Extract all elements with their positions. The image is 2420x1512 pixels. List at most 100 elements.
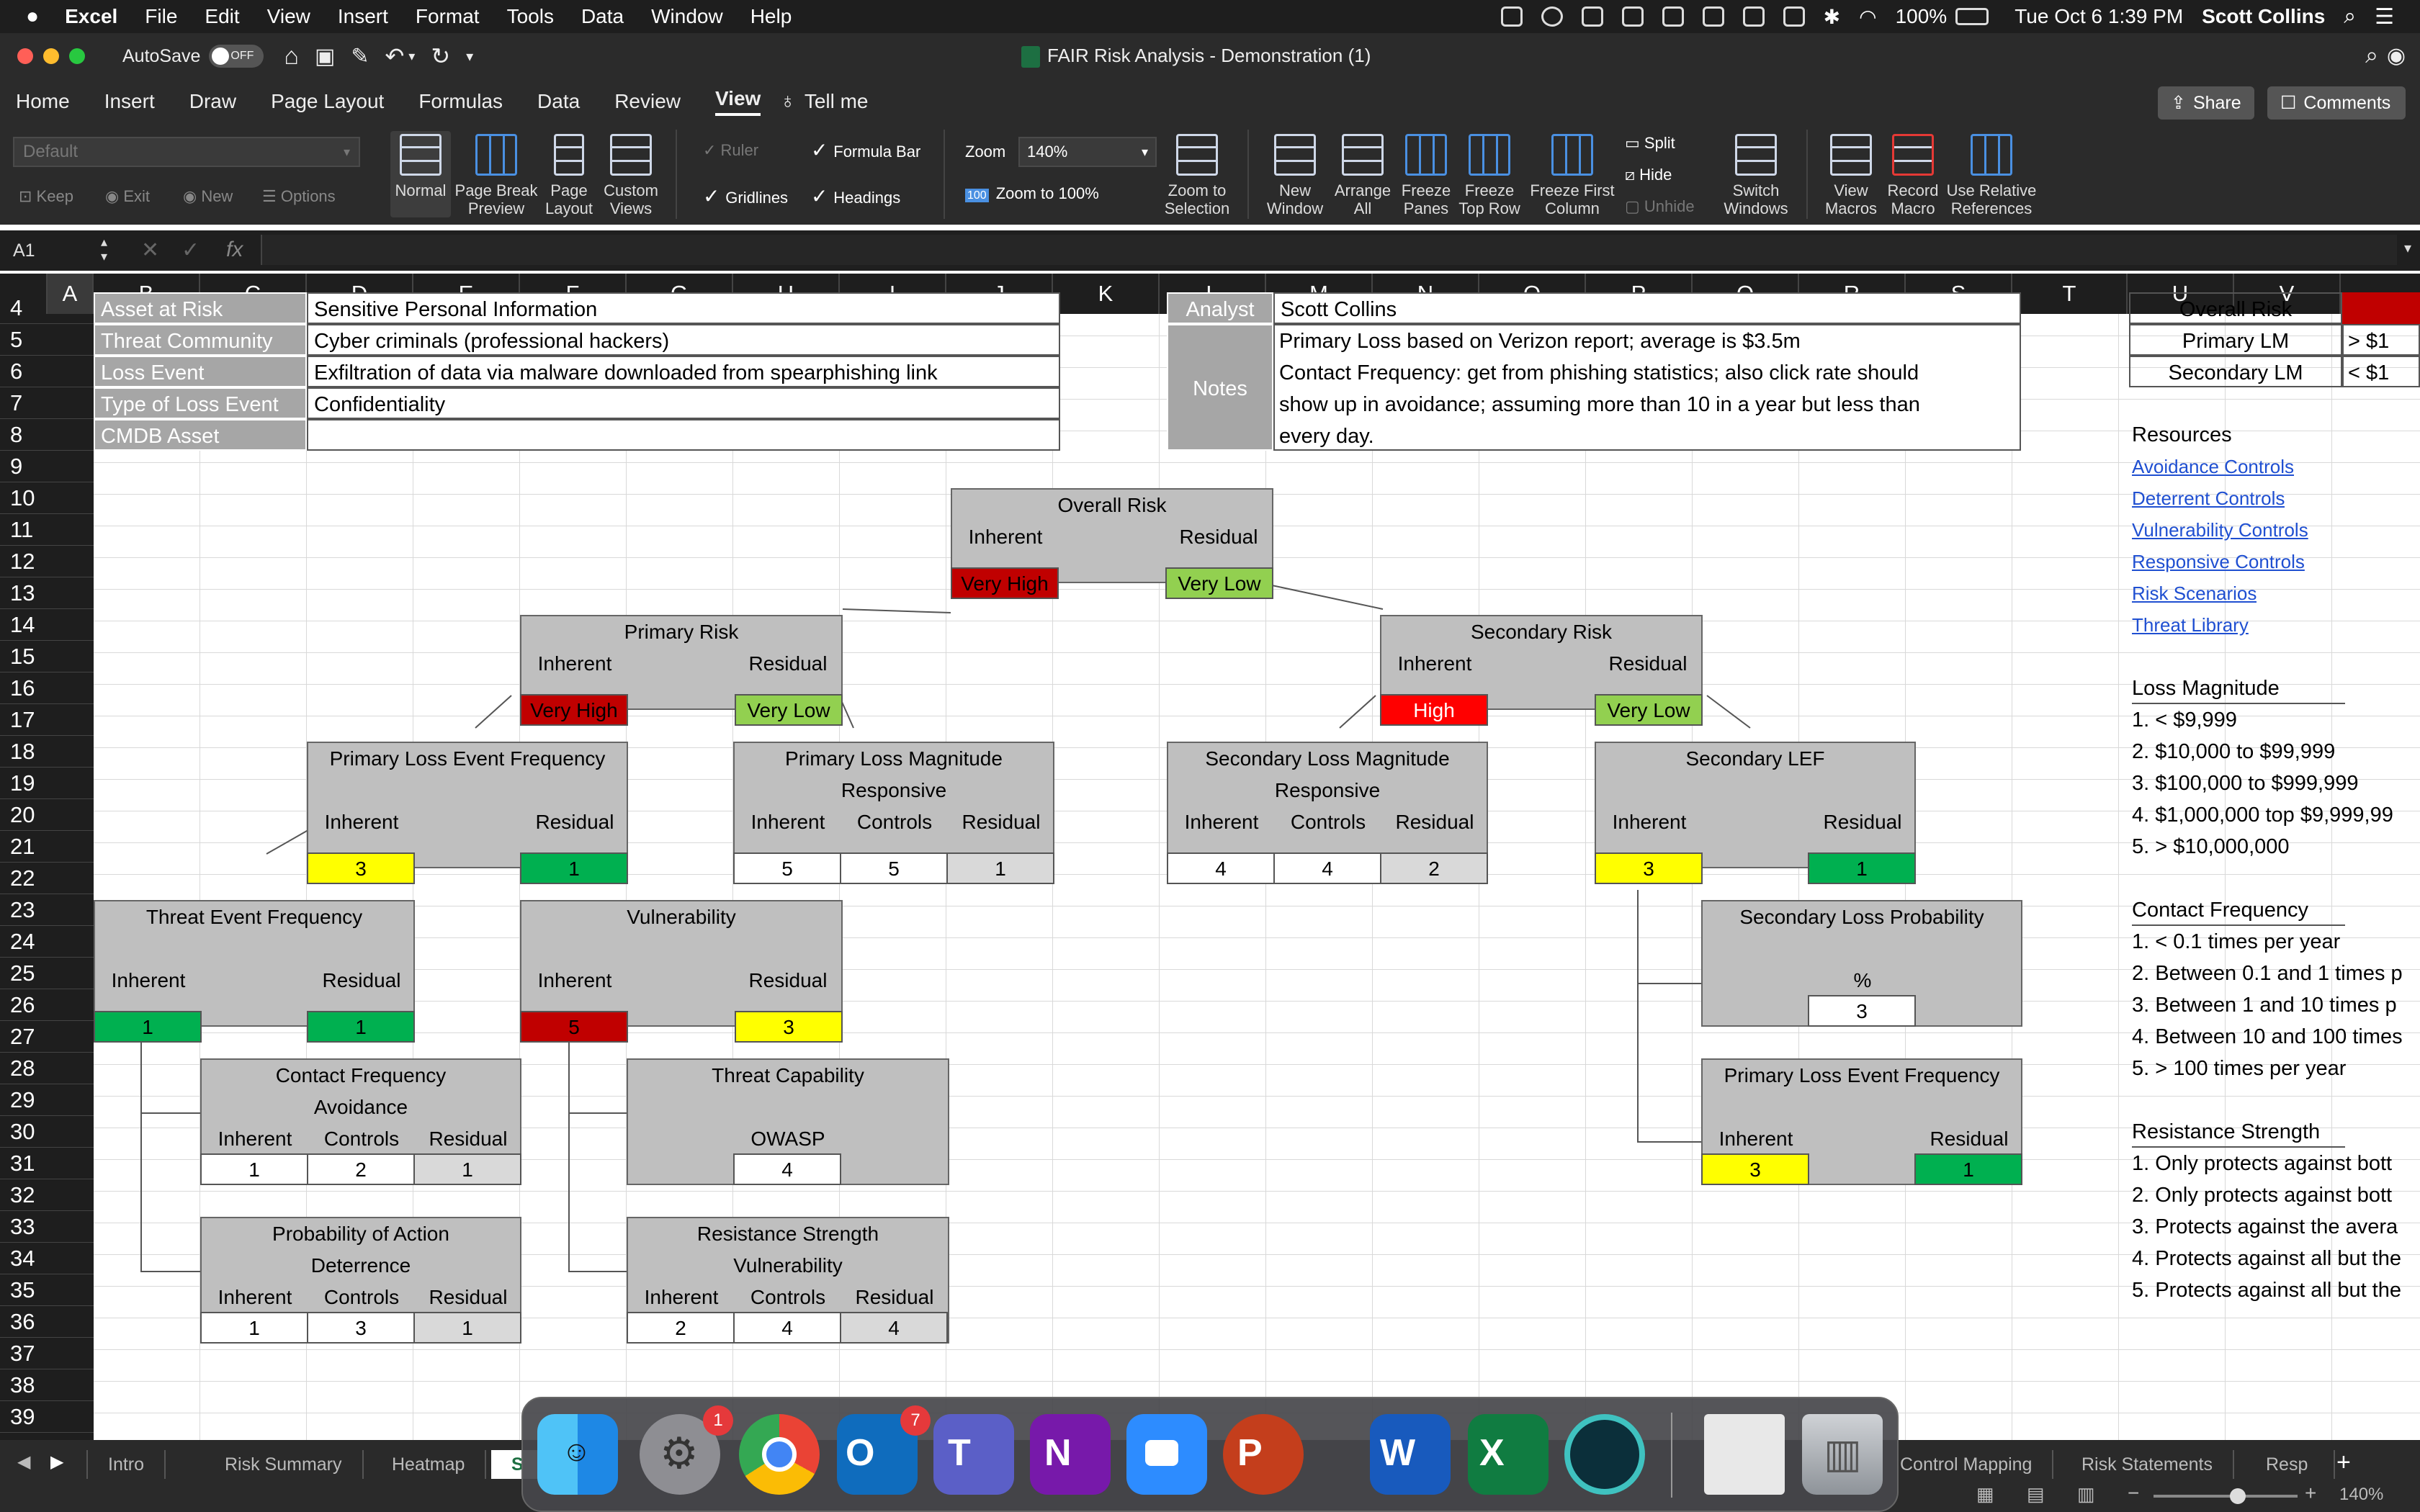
apple-icon[interactable]: ● [26, 4, 39, 29]
row-header[interactable]: 28 [0, 1053, 94, 1084]
freeze-first-column-button[interactable]: Freeze First Column [1525, 134, 1619, 217]
row-header[interactable]: 12 [0, 546, 94, 577]
worksheet-grid[interactable]: Asset at Risk Sensitive Personal Informa… [94, 292, 2420, 1444]
contact-frequency-controls[interactable]: 2 [307, 1153, 415, 1185]
search-icon[interactable]: ⌕ [2365, 42, 2378, 69]
vulnerability-residual[interactable]: 3 [735, 1011, 843, 1043]
sheet-tab[interactable]: Control Mapping [1880, 1450, 2054, 1479]
status-menu-icon[interactable] [1500, 6, 1523, 27]
menu-data[interactable]: Data [581, 5, 624, 28]
zoom-window-button[interactable] [69, 48, 85, 64]
row-header[interactable]: 31 [0, 1148, 94, 1179]
share-button[interactable]: ⇪ Share [2158, 86, 2254, 120]
row-header[interactable]: 24 [0, 926, 94, 958]
primary-lm-residual[interactable]: 1 [946, 852, 1054, 884]
save-icon[interactable]: ▣ [315, 44, 335, 69]
value-loss-event[interactable]: Exfiltration of data via malware downloa… [307, 356, 1060, 387]
link-avoidance-controls[interactable]: Avoidance Controls [2132, 451, 2294, 482]
freeze-panes-button[interactable]: Freeze Panes [1396, 134, 1456, 217]
clock[interactable]: Tue Oct 6 1:39 PM [2015, 5, 2183, 28]
column-header[interactable]: T [2012, 274, 2128, 314]
secondary-lm-controls[interactable]: 4 [1273, 852, 1381, 884]
freeze-top-row-button[interactable]: Freeze Top Row [1456, 134, 1523, 217]
row-header[interactable]: 21 [0, 831, 94, 863]
value-analyst[interactable]: Scott Collins [1273, 292, 2021, 324]
value-asset-at-risk[interactable]: Sensitive Personal Information [307, 292, 1060, 324]
sheet-tab[interactable]: Resp [2246, 1450, 2335, 1479]
probability-of-action-controls[interactable]: 3 [307, 1312, 415, 1344]
row-header[interactable]: 13 [0, 577, 94, 609]
tell-me-search[interactable]: Tell me [805, 90, 869, 113]
threat-capability-value[interactable]: 4 [733, 1153, 841, 1185]
menu-view[interactable]: View [267, 5, 310, 28]
dock-app-finder[interactable]: ☺ [537, 1414, 618, 1495]
overall-risk-inherent[interactable]: Very High [951, 567, 1059, 599]
status-menu-icon[interactable] [1581, 6, 1603, 27]
zoom-slider-knob[interactable] [2230, 1488, 2246, 1504]
overall-risk-residual[interactable]: Very Low [1165, 567, 1273, 599]
row-header[interactable]: 26 [0, 989, 94, 1021]
comments-button[interactable]: ☐ Comments [2267, 86, 2406, 120]
row-header[interactable]: 18 [0, 736, 94, 768]
menu-file[interactable]: File [145, 5, 177, 28]
primary-lef-residual[interactable]: 1 [520, 852, 628, 884]
keep-button[interactable]: ⊡ Keep [19, 187, 73, 206]
row-header[interactable]: 30 [0, 1116, 94, 1148]
dock-app-powerpoint[interactable]: P [1223, 1414, 1304, 1495]
tab-page-layout[interactable]: Page Layout [271, 90, 384, 113]
dock-app-trash[interactable]: ▥ [1802, 1414, 1883, 1495]
row-header[interactable]: 7 [0, 387, 94, 419]
tab-data[interactable]: Data [537, 90, 580, 113]
prev-sheet-icon[interactable]: ◀ [17, 1452, 30, 1472]
tef-inherent[interactable]: 1 [94, 1011, 202, 1043]
secondary-risk-residual[interactable]: Very Low [1595, 694, 1703, 726]
airplay-icon[interactable] [1783, 6, 1805, 27]
page-layout-view-icon[interactable]: ▤ [2027, 1483, 2045, 1506]
probability-of-action-residual[interactable]: 1 [413, 1312, 521, 1344]
tab-draw[interactable]: Draw [189, 90, 236, 113]
contact-frequency-inherent[interactable]: 1 [200, 1153, 308, 1185]
function-icon[interactable]: fx [226, 238, 243, 262]
row-header[interactable]: 4 [0, 292, 94, 324]
link-threat-library[interactable]: Threat Library [2132, 609, 2249, 641]
status-menu-icon[interactable] [1702, 6, 1724, 27]
dock-app-word[interactable]: W [1370, 1414, 1451, 1495]
row-header[interactable]: 23 [0, 894, 94, 926]
headings-checkbox[interactable]: ✓ Headings [811, 184, 900, 208]
row-header[interactable]: 35 [0, 1274, 94, 1306]
unhide-button[interactable]: ▢ Unhide [1625, 197, 1695, 216]
dock-app-preview[interactable] [1704, 1414, 1785, 1495]
primary-lef-2-inherent[interactable]: 3 [1701, 1153, 1809, 1185]
tab-home[interactable]: Home [16, 90, 70, 113]
menu-format[interactable]: Format [416, 5, 480, 28]
row-header[interactable]: 17 [0, 704, 94, 736]
link-deterrent-controls[interactable]: Deterrent Controls [2132, 482, 2285, 514]
formula-input[interactable] [261, 235, 2397, 265]
row-header[interactable]: 14 [0, 609, 94, 641]
sheet-tab[interactable]: Intro [86, 1450, 166, 1479]
new-button[interactable]: ◉ New [183, 187, 233, 206]
tab-view[interactable]: View [715, 87, 761, 116]
value-type-of-loss-event[interactable]: Confidentiality [307, 387, 1060, 419]
arrange-all-button[interactable]: Arrange All [1331, 134, 1394, 217]
primary-lef-inherent[interactable]: 3 [307, 852, 415, 884]
name-box[interactable]: A1 [13, 238, 92, 264]
resistance-strength-residual[interactable]: 4 [840, 1312, 948, 1344]
dock-app-chrome[interactable] [739, 1414, 820, 1495]
page-layout-view-button[interactable]: Page Layout [542, 134, 596, 217]
row-header[interactable]: 39 [0, 1401, 94, 1433]
normal-view-button[interactable]: Normal [390, 131, 451, 217]
row-header[interactable]: 29 [0, 1084, 94, 1116]
slp-value[interactable]: 3 [1808, 995, 1916, 1027]
customize-toolbar-icon[interactable]: ▾ [466, 48, 473, 66]
dock-app-webex[interactable] [1564, 1414, 1645, 1495]
next-sheet-icon[interactable]: ▶ [50, 1452, 63, 1472]
row-header[interactable]: 10 [0, 482, 94, 514]
new-window-button[interactable]: New Window [1262, 134, 1328, 217]
status-menu-icon[interactable] [1662, 6, 1684, 27]
menu-window[interactable]: Window [651, 5, 723, 28]
row-header[interactable]: 22 [0, 863, 94, 894]
status-menu-icon[interactable] [1621, 6, 1644, 27]
name-box-stepper-icon[interactable]: ▴ ▾ [101, 235, 107, 264]
row-header[interactable]: 38 [0, 1369, 94, 1401]
